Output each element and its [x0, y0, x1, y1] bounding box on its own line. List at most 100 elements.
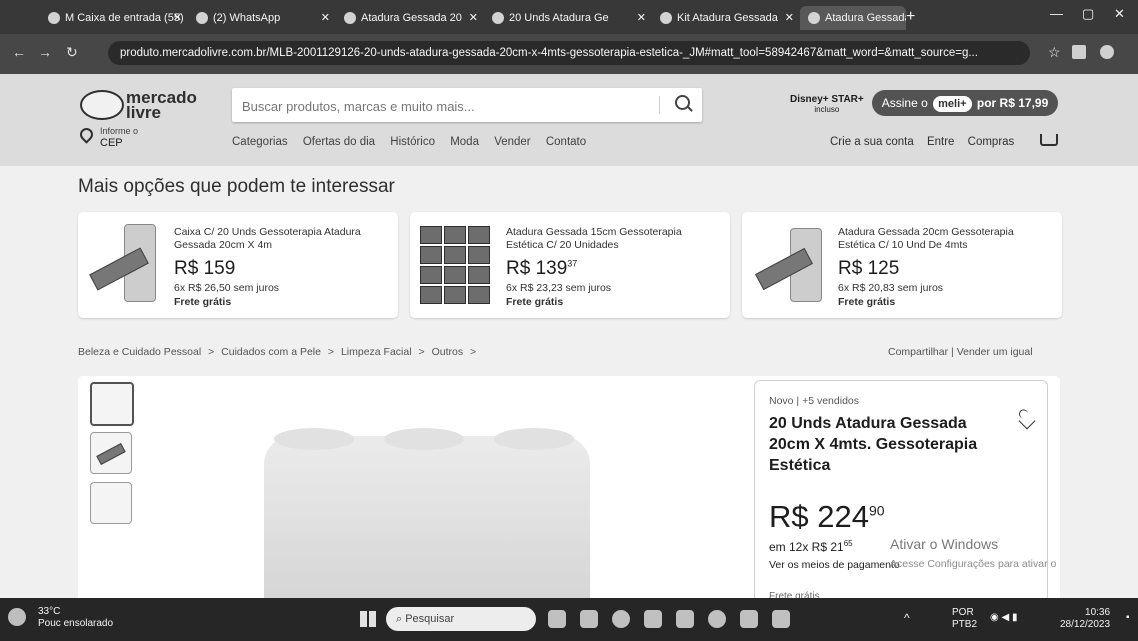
forward-icon[interactable]: →	[38, 44, 52, 60]
product-main-image[interactable]	[264, 428, 590, 598]
sun-icon	[8, 608, 26, 626]
favorite-heart-icon[interactable]	[1018, 412, 1036, 430]
back-icon[interactable]: ←	[12, 44, 26, 60]
site-icon	[808, 12, 820, 25]
card-price: R$ 159	[174, 258, 236, 279]
language-indicator[interactable]: POR PTB2	[952, 607, 977, 631]
payment-methods-link[interactable]: Ver os meios de pagamento	[769, 559, 900, 571]
close-icon[interactable]: ✕	[173, 6, 182, 30]
product-thumbnail	[418, 224, 496, 304]
profile-icon[interactable]	[1100, 45, 1114, 59]
close-icon[interactable]: ✕	[321, 6, 330, 30]
breadcrumb-item[interactable]: Limpeza Facial	[341, 346, 412, 358]
new-tab-button[interactable]: +	[906, 6, 915, 28]
product-thumbnail	[750, 224, 828, 304]
app-icon[interactable]	[772, 610, 790, 628]
gallery-thumbnail[interactable]	[90, 432, 132, 474]
product-panel: Novo | +5 vendidos 20 Unds Atadura Gessa…	[78, 376, 1060, 602]
store-icon[interactable]	[676, 610, 694, 628]
tab-product-3[interactable]: Kit Atadura Gessada ✕	[652, 6, 800, 30]
page-content: Mais opções que podem te interessar Caix…	[0, 166, 1138, 602]
condition-sold: Novo | +5 vendidos	[769, 395, 859, 407]
account-links: Crie a sua conta Entre Compras	[830, 136, 1024, 148]
product-thumbnail	[86, 224, 164, 304]
windows-taskbar: 33°C Pouc ensolarado ⌕ Pesquisar ^ POR P…	[0, 598, 1138, 641]
word-icon[interactable]	[740, 610, 758, 628]
nav-sell[interactable]: Vender	[494, 136, 530, 148]
card-price: R$ 125	[838, 258, 900, 279]
location-pin-icon	[77, 125, 96, 144]
breadcrumb-actions: Compartilhar | Vender um igual	[888, 346, 1033, 358]
close-icon[interactable]: ✕	[469, 6, 478, 30]
search-divider	[659, 96, 660, 114]
network-volume-icons[interactable]: ◉ ◀ ▮	[990, 612, 1017, 624]
windows-start-icon[interactable]	[360, 611, 376, 627]
recommendation-card[interactable]: Atadura Gessada 20cm Gessoterapia Estéti…	[742, 212, 1062, 318]
breadcrumb-item[interactable]: Beleza e Cuidado Pessoal	[78, 346, 201, 358]
close-icon[interactable]: ✕	[637, 6, 646, 30]
recommendations-heading: Mais opções que podem te interessar	[78, 176, 395, 197]
nav-contact[interactable]: Contato	[546, 136, 586, 148]
extension-icon[interactable]	[1072, 45, 1086, 59]
subscribe-meli-button[interactable]: Assine o meli+ por R$ 17,99	[872, 90, 1058, 116]
browser-app-icon[interactable]	[580, 610, 598, 628]
card-price: R$ 13937	[506, 258, 578, 279]
tab-product-active[interactable]: Atadura Gessada 20	[800, 6, 906, 30]
purchases-link[interactable]: Compras	[968, 136, 1015, 148]
installments: em 12x R$ 2165	[769, 539, 853, 554]
product-price: R$ 22490	[769, 499, 885, 534]
close-icon[interactable]: ✕	[785, 6, 794, 30]
gallery-thumbnail[interactable]	[90, 382, 134, 426]
minimize-icon[interactable]: —	[1050, 6, 1063, 21]
recommendation-card[interactable]: Caixa C/ 20 Unds Gessoterapia Atadura Ge…	[78, 212, 398, 318]
search-box	[232, 88, 702, 124]
notification-icon[interactable]: ▪	[1126, 612, 1130, 624]
taskbar-search[interactable]: ⌕ Pesquisar	[386, 607, 536, 631]
browser-tab-bar: M Caixa de entrada (55) ✕ (2) WhatsApp ✕ A…	[0, 0, 1138, 34]
nav-offers[interactable]: Ofertas do dia	[303, 136, 375, 148]
url-field[interactable]: produto.mercadolivre.com.br/MLB-20011291…	[108, 41, 1030, 65]
sell-similar-link[interactable]: Vender um igual	[957, 346, 1033, 358]
tab-gmail[interactable]: M Caixa de entrada (55) ✕	[40, 6, 188, 30]
nav-history[interactable]: Histórico	[390, 136, 435, 148]
bookmark-star-icon[interactable]: ☆	[1048, 44, 1061, 61]
site-header: mercado livre Disney+ STAR+ incluso Assi…	[0, 74, 1138, 166]
breadcrumb-item[interactable]: Outros	[432, 346, 464, 358]
share-link[interactable]: Compartilhar	[888, 346, 948, 358]
tab-product-2[interactable]: 20 Unds Atadura Ge ✕	[484, 6, 652, 30]
handshake-icon	[80, 90, 124, 120]
clock[interactable]: 10:36 28/12/2023	[1060, 607, 1110, 631]
windows-activation-watermark: Ativar o Windows	[890, 536, 999, 552]
app-icon[interactable]	[708, 610, 726, 628]
mercadolivre-logo[interactable]: mercado livre	[80, 88, 230, 122]
reload-icon[interactable]: ↻	[66, 44, 78, 61]
breadcrumb-item[interactable]: Cuidados com a Pele	[221, 346, 321, 358]
address-toolbar: ← → ↻ produto.mercadolivre.com.br/MLB-20…	[0, 34, 1138, 74]
recommendation-card[interactable]: Atadura Gessada 15cm Gessoterapia Estéti…	[410, 212, 730, 318]
gmail-icon	[48, 12, 60, 25]
site-icon	[660, 12, 672, 25]
file-explorer-icon[interactable]	[548, 610, 566, 628]
mail-app-icon[interactable]	[644, 610, 662, 628]
windows-activation-hint: Acesse Configurações para ativar o Windo…	[890, 558, 1058, 570]
breadcrumb: Beleza e Cuidado Pessoal > Cuidados com …	[78, 346, 477, 358]
nav-categories[interactable]: Categorias	[232, 136, 288, 148]
login-link[interactable]: Entre	[927, 136, 955, 148]
search-icon: ⌕	[396, 613, 406, 625]
search-icon[interactable]	[675, 95, 690, 110]
chrome-icon[interactable]	[612, 610, 630, 628]
tray-chevron-icon[interactable]: ^	[904, 612, 910, 624]
nav-fashion[interactable]: Moda	[450, 136, 479, 148]
site-icon	[492, 12, 504, 25]
close-window-icon[interactable]: ✕	[1114, 6, 1125, 22]
tab-product-1[interactable]: Atadura Gessada 20 ✕	[336, 6, 484, 30]
search-input[interactable]	[232, 88, 664, 124]
site-icon	[344, 12, 356, 25]
disney-star-promo[interactable]: Disney+ STAR+ incluso	[790, 94, 864, 114]
tab-whatsapp[interactable]: (2) WhatsApp ✕	[188, 6, 336, 30]
maximize-icon[interactable]: ▢	[1082, 6, 1094, 22]
create-account-link[interactable]: Crie a sua conta	[830, 136, 914, 148]
gallery-thumbnail[interactable]	[90, 482, 132, 524]
cart-icon[interactable]	[1040, 134, 1058, 146]
main-nav: Categorias Ofertas do dia Histórico Moda…	[232, 136, 598, 148]
